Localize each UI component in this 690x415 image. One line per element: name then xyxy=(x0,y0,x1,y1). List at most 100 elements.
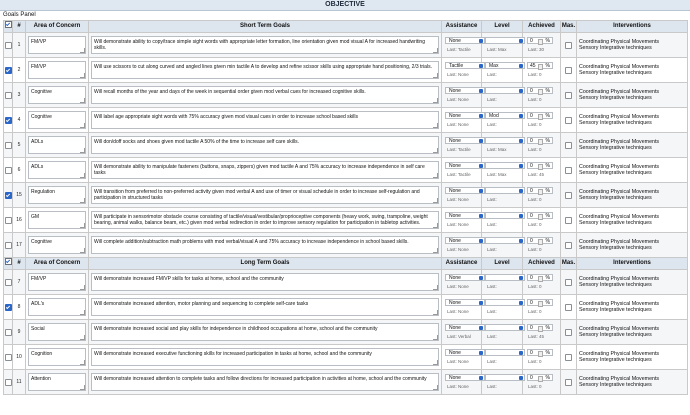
assistance-select[interactable]: None xyxy=(445,374,485,381)
assistance-select[interactable]: Tactile xyxy=(445,62,485,69)
mas-checkbox[interactable] xyxy=(565,378,572,386)
area-input[interactable]: Attention xyxy=(28,373,86,391)
intervention-item[interactable]: Sensory Integrative techniques xyxy=(579,170,687,176)
resize-grip-icon[interactable] xyxy=(433,248,438,253)
assistance-select[interactable]: None xyxy=(445,187,485,194)
achieved-input[interactable]: 45% xyxy=(527,62,553,70)
assistance-select[interactable]: None xyxy=(445,162,485,169)
resize-grip-icon[interactable] xyxy=(80,248,85,253)
resize-grip-icon[interactable] xyxy=(433,73,438,78)
level-select[interactable] xyxy=(485,162,525,169)
achieved-input[interactable]: 0% xyxy=(527,324,553,332)
resize-grip-icon[interactable] xyxy=(80,335,85,340)
mas-checkbox[interactable] xyxy=(565,278,572,286)
spinner-icon[interactable] xyxy=(538,239,543,245)
row-checkbox[interactable] xyxy=(4,378,12,386)
spinner-icon[interactable] xyxy=(538,351,543,357)
intervention-item[interactable]: Sensory Integrative techniques xyxy=(579,195,687,201)
resize-grip-icon[interactable] xyxy=(80,198,85,203)
resize-grip-icon[interactable] xyxy=(433,310,438,315)
row-checkbox[interactable] xyxy=(4,216,12,224)
assistance-select[interactable]: None xyxy=(445,299,485,306)
mas-checkbox[interactable] xyxy=(565,216,572,224)
row-checkbox[interactable] xyxy=(4,41,12,49)
goal-textarea[interactable]: Will don/doff socks and shoes given mod … xyxy=(91,136,439,154)
level-select[interactable] xyxy=(485,324,525,331)
assistance-select[interactable]: None xyxy=(445,237,485,244)
area-input[interactable]: Cognitive xyxy=(28,86,86,104)
spinner-icon[interactable] xyxy=(538,89,543,95)
area-input[interactable]: Cognition xyxy=(28,348,86,366)
level-select[interactable] xyxy=(485,187,525,194)
resize-grip-icon[interactable] xyxy=(433,173,438,178)
spinner-icon[interactable] xyxy=(538,189,543,195)
intervention-item[interactable]: Sensory Integrative techniques xyxy=(579,45,687,51)
spinner-icon[interactable] xyxy=(538,214,543,220)
mas-checkbox[interactable] xyxy=(565,328,572,336)
mas-checkbox[interactable] xyxy=(565,66,572,74)
resize-grip-icon[interactable] xyxy=(80,285,85,290)
spinner-icon[interactable] xyxy=(538,139,543,145)
intervention-item[interactable]: Sensory Integrative techniques xyxy=(579,382,687,388)
mas-checkbox[interactable] xyxy=(565,191,572,199)
spinner-icon[interactable] xyxy=(538,376,543,382)
resize-grip-icon[interactable] xyxy=(433,198,438,203)
achieved-input[interactable]: 0% xyxy=(527,374,553,382)
mas-checkbox[interactable] xyxy=(565,353,572,361)
area-input[interactable]: FM/VP xyxy=(28,61,86,79)
row-checkbox[interactable] xyxy=(4,141,12,149)
assistance-select[interactable]: None xyxy=(445,87,485,94)
intervention-item[interactable]: Sensory Integrative techniques xyxy=(579,307,687,313)
spinner-icon[interactable] xyxy=(538,326,543,332)
level-select[interactable]: Max xyxy=(485,62,525,69)
area-input[interactable]: Regulation xyxy=(28,186,86,204)
row-checkbox[interactable] xyxy=(4,66,12,74)
intervention-item[interactable]: Sensory Integrative techniques xyxy=(579,95,687,101)
goal-textarea[interactable]: Will participate in sensorimotor obstacl… xyxy=(91,211,439,229)
goal-textarea[interactable]: Will demonstrate increased attention, mo… xyxy=(91,298,439,316)
achieved-input[interactable]: 0% xyxy=(527,299,553,307)
goal-textarea[interactable]: Will use scissors to cut along curved an… xyxy=(91,61,439,79)
assistance-select[interactable]: None xyxy=(445,112,485,119)
spinner-icon[interactable] xyxy=(538,114,543,120)
area-input[interactable]: GM xyxy=(28,211,86,229)
achieved-input[interactable]: 0% xyxy=(527,274,553,282)
mas-checkbox[interactable] xyxy=(565,141,572,149)
spinner-icon[interactable] xyxy=(538,39,543,45)
assistance-select[interactable]: None xyxy=(445,212,485,219)
intervention-item[interactable]: Sensory Integrative techniques xyxy=(579,282,687,288)
assistance-select[interactable]: None xyxy=(445,274,485,281)
resize-grip-icon[interactable] xyxy=(80,310,85,315)
row-checkbox[interactable] xyxy=(4,278,12,286)
resize-grip-icon[interactable] xyxy=(80,148,85,153)
row-checkbox[interactable] xyxy=(4,116,12,124)
area-input[interactable]: ADL's xyxy=(28,298,86,316)
level-select[interactable] xyxy=(485,87,525,94)
intervention-item[interactable]: Sensory Integrative techniques xyxy=(579,145,687,151)
level-select[interactable] xyxy=(485,237,525,244)
level-select[interactable] xyxy=(485,137,525,144)
mas-checkbox[interactable] xyxy=(565,116,572,124)
achieved-input[interactable]: 0% xyxy=(527,237,553,245)
achieved-input[interactable]: 0% xyxy=(527,187,553,195)
resize-grip-icon[interactable] xyxy=(80,98,85,103)
goal-textarea[interactable]: Will demonstrate increased executive fun… xyxy=(91,348,439,366)
level-select[interactable] xyxy=(485,37,525,44)
level-select[interactable] xyxy=(485,349,525,356)
row-checkbox[interactable] xyxy=(4,191,12,199)
mas-checkbox[interactable] xyxy=(565,91,572,99)
goal-textarea[interactable]: Will demonstrate ability to copy/trace s… xyxy=(91,36,439,54)
mas-checkbox[interactable] xyxy=(565,303,572,311)
goal-textarea[interactable]: Will recall months of the year and days … xyxy=(91,86,439,104)
goal-textarea[interactable]: Will demonstrate ability to manipulate f… xyxy=(91,161,439,179)
intervention-item[interactable]: Sensory Integrative techniques xyxy=(579,120,687,126)
resize-grip-icon[interactable] xyxy=(80,360,85,365)
resize-grip-icon[interactable] xyxy=(433,360,438,365)
mas-checkbox[interactable] xyxy=(565,41,572,49)
area-input[interactable]: Cognitive xyxy=(28,111,86,129)
level-select[interactable] xyxy=(485,299,525,306)
resize-grip-icon[interactable] xyxy=(80,48,85,53)
spinner-icon[interactable] xyxy=(538,164,543,170)
goal-textarea[interactable]: Will transition from preferred to non-pr… xyxy=(91,186,439,204)
spinner-icon[interactable] xyxy=(538,64,543,70)
